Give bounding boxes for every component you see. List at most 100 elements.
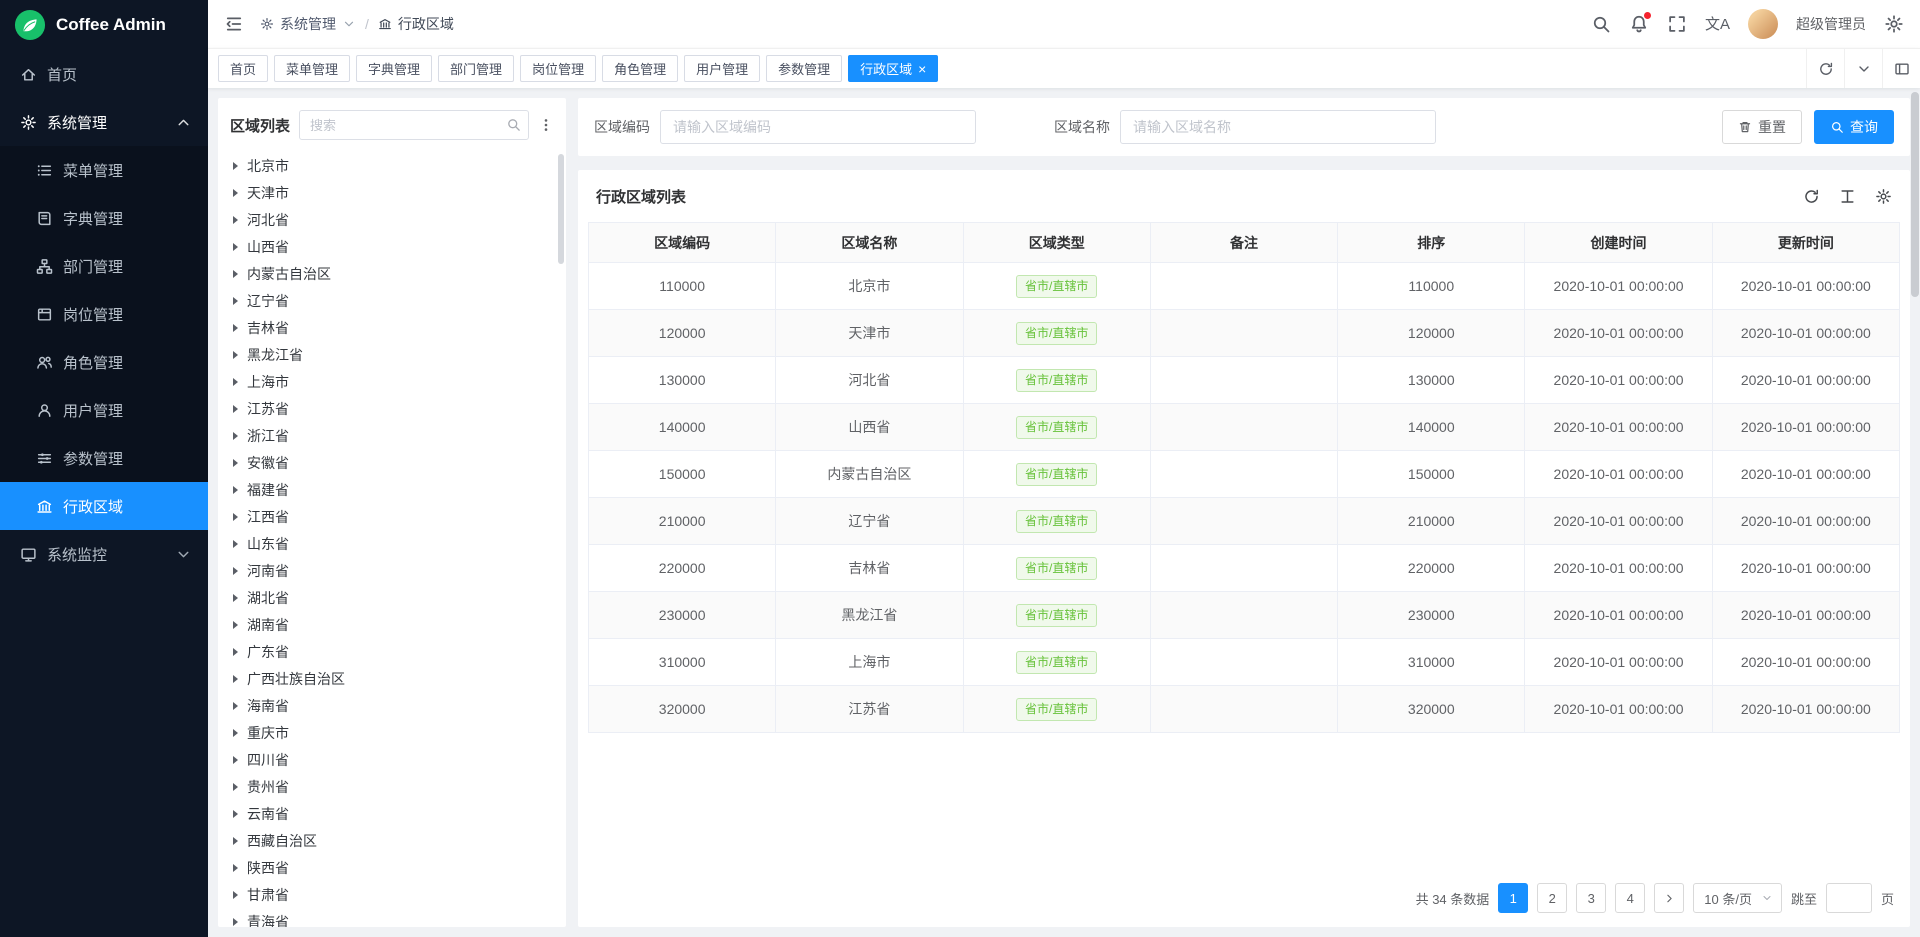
tab[interactable]: 首页 × (218, 55, 268, 82)
sidebar-item-dictionary-management[interactable]: 字典管理 (0, 194, 208, 242)
tree-item[interactable]: 青海省 (218, 908, 566, 927)
next-page-button[interactable] (1654, 883, 1684, 913)
more-options-icon[interactable] (538, 117, 554, 133)
tree-item[interactable]: 海南省 (218, 692, 566, 719)
caret-right-icon[interactable] (233, 810, 238, 818)
sidebar-item-post-management[interactable]: 岗位管理 (0, 290, 208, 338)
tree-item[interactable]: 山西省 (218, 233, 566, 260)
tree-item[interactable]: 河北省 (218, 206, 566, 233)
sidebar-item-home[interactable]: 首页 (0, 50, 208, 98)
caret-right-icon[interactable] (233, 729, 238, 737)
caret-right-icon[interactable] (233, 297, 238, 305)
sidebar-item-menu-management[interactable]: 菜单管理 (0, 146, 208, 194)
caret-right-icon[interactable] (233, 756, 238, 764)
translate-icon[interactable]: 文A (1705, 17, 1730, 32)
tree-item[interactable]: 重庆市 (218, 719, 566, 746)
page-size-select[interactable]: 10 条/页 (1693, 883, 1782, 913)
region-code-input[interactable] (660, 110, 976, 144)
refresh-tabs-button[interactable] (1806, 49, 1844, 88)
tree-item[interactable]: 福建省 (218, 476, 566, 503)
tree-item[interactable]: 上海市 (218, 368, 566, 395)
sidebar-item-region[interactable]: 行政区域 (0, 482, 208, 530)
sidebar-toggle-button[interactable] (224, 14, 244, 34)
page-button[interactable]: 1 (1498, 883, 1528, 913)
settings-drawer-button[interactable] (1884, 14, 1904, 34)
caret-right-icon[interactable] (233, 459, 238, 467)
caret-right-icon[interactable] (233, 243, 238, 251)
caret-right-icon[interactable] (233, 648, 238, 656)
caret-right-icon[interactable] (233, 513, 238, 521)
content-fullscreen-button[interactable] (1882, 49, 1920, 88)
page-button[interactable]: 2 (1537, 883, 1567, 913)
tree-item[interactable]: 吉林省 (218, 314, 566, 341)
tab-close-icon[interactable]: × (918, 62, 926, 76)
main-scrollbar[interactable] (1911, 92, 1919, 935)
notifications-button[interactable] (1629, 14, 1649, 34)
logo[interactable]: Coffee Admin (0, 0, 208, 50)
tree-item[interactable]: 内蒙古自治区 (218, 260, 566, 287)
caret-right-icon[interactable] (233, 378, 238, 386)
caret-right-icon[interactable] (233, 270, 238, 278)
tab[interactable]: 参数管理 × (766, 55, 842, 82)
tabs-dropdown-button[interactable] (1844, 49, 1882, 88)
tree-item[interactable]: 四川省 (218, 746, 566, 773)
header-search-button[interactable] (1591, 14, 1611, 34)
caret-right-icon[interactable] (233, 702, 238, 710)
caret-right-icon[interactable] (233, 918, 238, 926)
caret-right-icon[interactable] (233, 567, 238, 575)
tree-item[interactable]: 湖南省 (218, 611, 566, 638)
caret-right-icon[interactable] (233, 594, 238, 602)
tab[interactable]: 字典管理 × (356, 55, 432, 82)
caret-right-icon[interactable] (233, 405, 238, 413)
caret-right-icon[interactable] (233, 891, 238, 899)
tree-item[interactable]: 浙江省 (218, 422, 566, 449)
tree-item[interactable]: 江苏省 (218, 395, 566, 422)
refresh-icon[interactable] (1803, 188, 1820, 205)
gear-icon[interactable] (1875, 188, 1892, 205)
tree-item[interactable]: 广东省 (218, 638, 566, 665)
tree-item[interactable]: 河南省 (218, 557, 566, 584)
caret-right-icon[interactable] (233, 324, 238, 332)
caret-right-icon[interactable] (233, 216, 238, 224)
tab[interactable]: 用户管理 × (684, 55, 760, 82)
fullscreen-button[interactable] (1667, 14, 1687, 34)
search-button[interactable]: 查询 (1814, 110, 1894, 144)
caret-right-icon[interactable] (233, 864, 238, 872)
tree-item[interactable]: 安徽省 (218, 449, 566, 476)
tree-item[interactable]: 贵州省 (218, 773, 566, 800)
tab[interactable]: 岗位管理 × (520, 55, 596, 82)
caret-right-icon[interactable] (233, 540, 238, 548)
region-panel-scrollbar[interactable] (558, 154, 564, 264)
tree-item[interactable]: 江西省 (218, 503, 566, 530)
tree-item[interactable]: 陕西省 (218, 854, 566, 881)
tab[interactable]: 部门管理 × (438, 55, 514, 82)
page-button[interactable]: 4 (1615, 883, 1645, 913)
caret-right-icon[interactable] (233, 432, 238, 440)
tree-item[interactable]: 云南省 (218, 800, 566, 827)
caret-right-icon[interactable] (233, 351, 238, 359)
region-search-input[interactable] (299, 110, 529, 140)
tree-item[interactable]: 黑龙江省 (218, 341, 566, 368)
main-scrollbar-thumb[interactable] (1911, 92, 1919, 297)
tab[interactable]: 角色管理 × (602, 55, 678, 82)
caret-right-icon[interactable] (233, 621, 238, 629)
tree-item[interactable]: 甘肃省 (218, 881, 566, 908)
tree-item[interactable]: 西藏自治区 (218, 827, 566, 854)
avatar[interactable] (1748, 9, 1778, 39)
tree-item[interactable]: 湖北省 (218, 584, 566, 611)
region-name-input[interactable] (1120, 110, 1436, 144)
caret-right-icon[interactable] (233, 189, 238, 197)
breadcrumb-system[interactable]: 系统管理 (260, 14, 356, 34)
sidebar-item-user-management[interactable]: 用户管理 (0, 386, 208, 434)
reset-button[interactable]: 重置 (1722, 110, 1802, 144)
tab[interactable]: 行政区域 × (848, 55, 938, 82)
user-name[interactable]: 超级管理员 (1796, 14, 1866, 34)
tree-item[interactable]: 天津市 (218, 179, 566, 206)
sidebar-group-monitor[interactable]: 系统监控 (0, 530, 208, 578)
caret-right-icon[interactable] (233, 675, 238, 683)
tree-item[interactable]: 山东省 (218, 530, 566, 557)
tab[interactable]: 菜单管理 × (274, 55, 350, 82)
caret-right-icon[interactable] (233, 162, 238, 170)
jump-page-input[interactable] (1826, 883, 1872, 913)
tree-item[interactable]: 广西壮族自治区 (218, 665, 566, 692)
